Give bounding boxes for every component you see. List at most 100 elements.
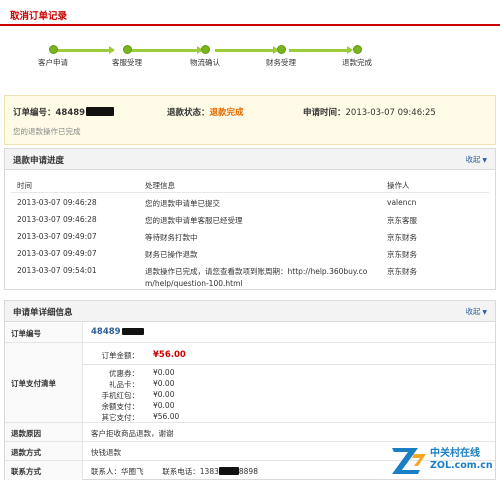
payment-item-label: 礼品卡： [109,380,139,389]
zol-logo-icon [392,448,426,474]
step-label: 财务受理 [266,58,296,67]
payment-item-value: ¥0.00 [153,379,175,388]
redaction-mask [121,328,144,335]
row-operator: 京东财务 [387,250,417,259]
watermark-en: ZOL.com.cn [430,460,493,471]
collapse-label: 收起 [465,307,481,316]
row-label: 退款原因 [11,429,41,438]
redaction-mask [218,467,239,475]
header-operator: 操作人 [387,181,410,190]
contact-phone-suffix: 8898 [238,467,258,476]
payment-item-label: 余额支付： [101,402,140,411]
row-time: 2013-03-07 09:46:28 [17,215,97,224]
row-info: 您的退款申请单已提交 [145,199,220,208]
step-dot-icon [276,45,286,54]
refund-summary: 订单编号：48489 退款状态：退款完成 申请时间：2013-03-07 09:… [4,95,496,145]
panel-title: 申请单详细信息 [13,308,73,318]
payment-item-label: 优惠券： [109,369,139,378]
detail-row-order-no: 订单编号 48489 [5,323,495,343]
detail-row-payment: 订单支付清单 订单金额： ¥56.00 优惠券： ¥0.00 礼品卡： ¥0.0… [5,343,495,423]
summary-note: 您的退款操作已完成 [13,127,81,136]
row-label: 订单编号 [11,329,41,338]
status-label: 退款状态： [167,108,210,118]
order-no-label: 订单编号： [13,108,56,118]
row-label-cell: 联系方式 [5,461,83,480]
order-no-link[interactable]: 48489 [91,327,121,337]
step-dot-icon [200,45,210,54]
row-info-line1[interactable]: 退款操作已完成，请您查看款项到账周期：http://help.360buy.co [145,266,367,277]
payment-item-value: ¥0.00 [153,401,175,410]
payment-item-label: 其它支付： [101,413,140,422]
row-info: 等待财务打款中 [145,233,198,242]
order-no-value: 48489 [55,108,86,118]
row-value: 联系人：华圈飞 联系电话：1383 8898 [91,466,258,477]
row-info: 财务已操作退款 [145,250,198,259]
refund-progress-tracker: 客户申请 客服受理 物流确认 财务受理 退款完成 [0,40,500,70]
row-info-line2[interactable]: m/help/question-100.html [145,279,242,288]
row-info: 您的退款申请单客服已经受理 [145,216,243,225]
row-time: 2013-03-07 09:46:28 [17,198,97,207]
step-dot-icon [352,45,362,54]
row-operator: 京东客服 [387,216,417,225]
row-value: 快钱退款 [91,448,121,457]
collapse-label: 收起 [465,155,481,164]
step-label: 退款完成 [342,58,372,67]
step-dot-icon [122,45,132,54]
progress-step-logistics: 物流确认 [170,40,240,68]
progress-step-complete: 退款完成 [322,40,392,68]
watermark-cn: 中关村在线 [430,448,480,459]
caret-down-icon: ▼ [480,309,487,316]
zol-watermark: 中关村在线 ZOL.com.cn [388,438,496,484]
payment-divider [83,364,495,365]
row-time: 2013-03-07 09:49:07 [17,232,97,241]
panel-header: 申请单详细信息 收起 ▼ [5,301,495,322]
row-label-cell: 订单支付清单 [5,343,83,422]
step-label: 客户申请 [38,58,68,67]
progress-step-apply: 客户申请 [18,40,88,68]
header-time: 时间 [17,181,32,190]
status-value: 退款完成 [209,108,244,118]
payment-list: 订单金额： ¥56.00 优惠券： ¥0.00 礼品卡： ¥0.00 手机红包：… [83,343,495,423]
payment-item-value: ¥56.00 [153,412,180,421]
row-label: 联系方式 [11,467,41,476]
collapse-link[interactable]: 收起 ▼ [465,306,487,317]
row-time: 2013-03-07 09:49:07 [17,249,97,258]
summary-status: 退款状态：退款完成 [167,106,244,118]
step-dot-icon [48,45,58,54]
row-operator: 京东财务 [387,267,417,276]
progress-step-finance: 财务受理 [246,40,316,68]
row-value: 客户拒收商品退款，谢谢 [91,429,174,438]
row-label: 退款方式 [11,448,41,457]
title-divider [0,24,500,26]
contact-person: 联系人：华圈飞 [91,467,144,476]
header-info: 处理信息 [145,181,175,190]
contact-phone-prefix: 联系电话：1383 [162,467,219,476]
step-label: 客服受理 [112,58,142,67]
page-title: 取消订单记录 [10,11,68,22]
payment-item-label: 手机红包： [101,391,140,400]
panel-header: 退款申请进度 收起 ▼ [5,149,495,170]
collapse-link[interactable]: 收起 ▼ [465,154,487,165]
row-label-cell: 退款原因 [5,423,83,441]
payment-item-value: ¥0.00 [153,390,175,399]
order-amount-value: ¥56.00 [153,350,186,360]
order-amount-label: 订单金额： [101,351,140,360]
payment-item-value: ¥0.00 [153,368,175,377]
step-label: 物流确认 [190,58,220,67]
row-label-cell: 退款方式 [5,442,83,460]
row-time: 2013-03-07 09:54:01 [17,266,97,275]
row-divider [11,192,489,193]
row-label-cell: 订单编号 [5,323,83,342]
time-label: 申请时间： [303,108,346,118]
row-operator: 京东财务 [387,233,417,242]
caret-down-icon: ▼ [480,157,487,164]
refund-progress-panel: 退款申请进度 收起 ▼ 时间 处理信息 操作人 2013-03-07 09:46… [4,148,496,290]
row-label: 订单支付清单 [11,379,56,388]
redaction-mask [86,107,115,116]
summary-order-no: 订单编号：48489 [13,106,115,118]
summary-time: 申请时间：2013-03-07 09:46:25 [303,106,436,118]
row-operator: valencn [387,198,417,207]
time-value: 2013-03-07 09:46:25 [345,108,436,118]
panel-title: 退款申请进度 [13,156,65,166]
row-value: 48489 [91,327,144,337]
